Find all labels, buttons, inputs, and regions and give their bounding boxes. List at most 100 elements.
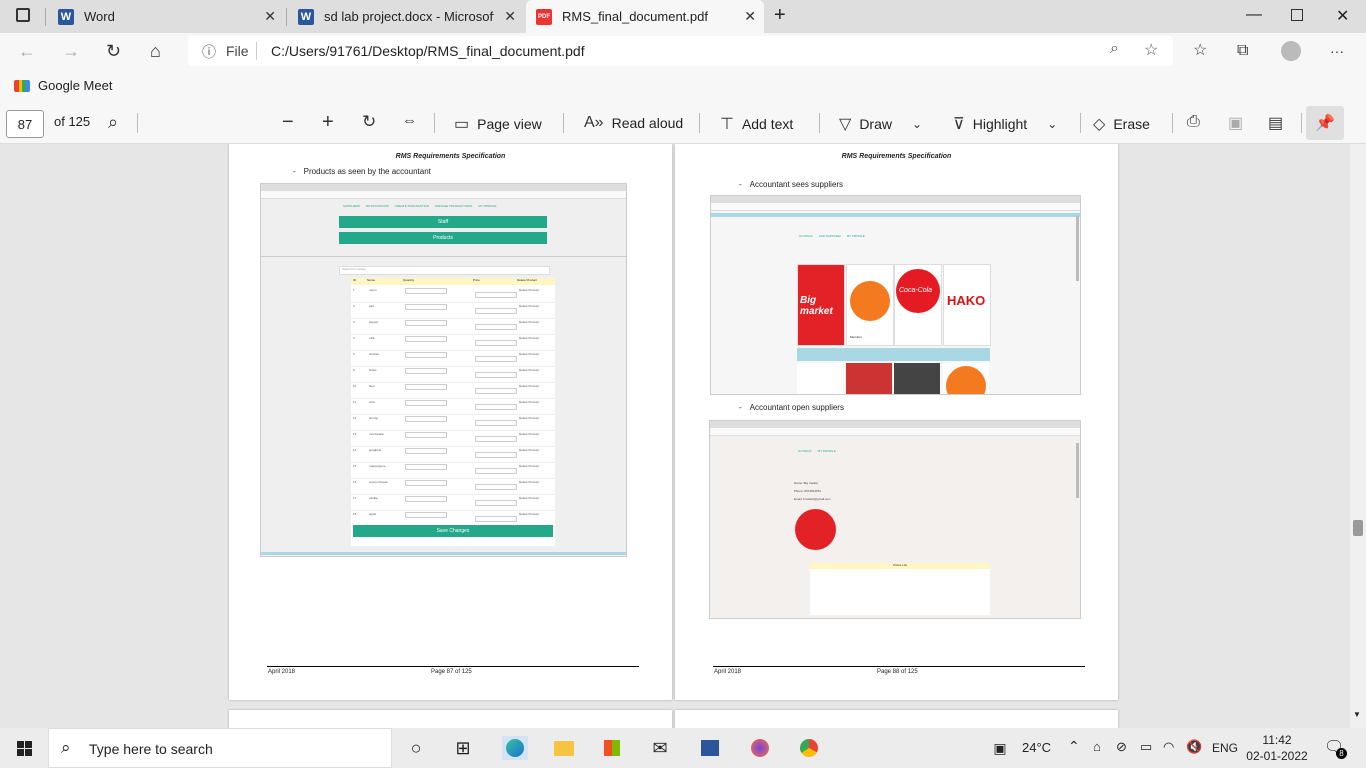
save-as-icon[interactable]: ▤ xyxy=(1268,113,1283,133)
supplier-logo-tile xyxy=(943,363,989,394)
supplier-name: Name: Big market xyxy=(794,481,819,485)
chevron-down-icon[interactable]: ⌄ xyxy=(1047,117,1057,131)
forward-icon[interactable]: → xyxy=(62,41,80,61)
add-text-button[interactable]: ⊤ Add text xyxy=(720,114,793,134)
google-meet-icon xyxy=(14,79,30,92)
zoom-in-icon[interactable]: + xyxy=(322,111,334,134)
highlight-button[interactable]: ⊽ Highlight ⌄ xyxy=(953,114,1057,134)
clock-time: 11:42 xyxy=(1262,733,1292,747)
scroll-down-icon[interactable]: ▼ xyxy=(1353,710,1361,719)
read-aloud-label: Read aloud xyxy=(611,115,684,131)
price-input xyxy=(475,356,517,362)
rotate-icon[interactable]: ↻ xyxy=(362,112,376,132)
add-text-icon: ⊤ xyxy=(720,116,734,133)
favorite-google-meet[interactable]: Google Meet xyxy=(14,78,112,93)
erase-label: Erase xyxy=(1113,116,1150,132)
taskbar-search[interactable]: ⌕ Type here to search xyxy=(48,728,392,768)
zoom-icon[interactable]: ⌕ xyxy=(1110,40,1119,58)
tab-word[interactable]: W Word ✕ xyxy=(52,0,284,33)
restore-icon[interactable] xyxy=(1291,9,1303,21)
delete-product-link: Delete Product xyxy=(519,512,539,516)
info-icon[interactable]: ⓘ xyxy=(202,42,216,62)
store-icon[interactable] xyxy=(600,736,624,760)
supplier-logo-cocacola: Coca-Cola xyxy=(894,264,942,346)
address-bar[interactable]: ⓘ File C:/Users/91761/Desktop/RMS_final_… xyxy=(188,36,1173,66)
zoom-out-icon[interactable]: − xyxy=(282,111,294,134)
chrome-icon[interactable] xyxy=(797,736,821,760)
profile-avatar[interactable] xyxy=(1281,41,1301,61)
refresh-icon[interactable]: ↻ xyxy=(106,41,121,61)
vertical-scrollbar[interactable]: ▼ xyxy=(1350,144,1366,728)
wifi-off-icon[interactable]: ⊘ xyxy=(1116,739,1127,755)
firefox-icon[interactable] xyxy=(748,736,772,760)
taskbar-search-placeholder: Type here to search xyxy=(89,741,213,757)
delete-product-link: Delete Product xyxy=(519,368,539,372)
fit-page-icon[interactable]: ⇔ xyxy=(402,112,417,129)
tab-title: Word xyxy=(84,9,115,24)
chevron-down-icon[interactable]: ⌄ xyxy=(912,117,922,131)
weather-temp[interactable]: 24°C xyxy=(1022,740,1051,755)
delete-product-link: Delete Product xyxy=(519,432,539,436)
print-icon[interactable]: ⎙ xyxy=(1187,113,1200,131)
tab-rms-pdf[interactable]: PDF RMS_final_document.pdf ✕ xyxy=(526,0,764,33)
volume-muted-icon[interactable]: 🔇 xyxy=(1186,739,1202,755)
quantity-input xyxy=(405,512,447,518)
url-text[interactable]: C:/Users/91761/Desktop/RMS_final_documen… xyxy=(271,43,585,59)
page-view-button[interactable]: ▭ Page view xyxy=(454,114,542,134)
battery-icon[interactable]: ▭ xyxy=(1140,739,1152,755)
more-icon[interactable]: ··· xyxy=(1330,41,1344,61)
file-explorer-icon[interactable] xyxy=(552,736,576,760)
task-view-icon[interactable]: ⊞ xyxy=(451,736,475,760)
wifi-icon[interactable]: ◠ xyxy=(1163,739,1174,755)
windows-start-icon[interactable] xyxy=(12,736,36,760)
table-row: 16 cream cheese Delete Product xyxy=(351,478,555,495)
quantity-input xyxy=(405,400,447,406)
close-icon[interactable]: ✕ xyxy=(264,8,276,25)
price-input xyxy=(475,340,517,346)
clock[interactable]: 11:42 02-01-2022 xyxy=(1244,732,1310,764)
back-icon[interactable]: ← xyxy=(18,41,36,61)
logo-text: HAKO xyxy=(947,293,986,308)
draw-button[interactable]: ▽ Draw ⌄ xyxy=(839,114,922,134)
word-taskbar-icon[interactable] xyxy=(698,736,722,760)
mail-icon[interactable]: ✉ xyxy=(648,736,672,760)
edge-icon[interactable] xyxy=(502,736,528,760)
save-icon[interactable]: ▣ xyxy=(1228,113,1243,133)
cortana-icon[interactable]: ○ xyxy=(404,736,428,760)
read-aloud-button[interactable]: A» Read aloud xyxy=(584,114,683,132)
table-row: 6 butter Delete Product xyxy=(351,366,555,383)
supplier-detail-screenshot: GO BACK MY PROFILE Name: Big market Phon… xyxy=(709,420,1081,619)
tab-sd-lab-project[interactable]: W sd lab project.docx - Microsoft W ✕ xyxy=(290,0,524,33)
page-number-input[interactable]: 87 xyxy=(6,110,44,138)
quantity-input xyxy=(405,304,447,310)
chevron-up-icon[interactable]: ⌃ xyxy=(1068,738,1080,755)
search-icon[interactable]: ⌕ xyxy=(108,112,118,133)
app-nav-item: MANAGE TRANSACTIONS xyxy=(435,204,473,208)
close-window-icon[interactable]: ✕ xyxy=(1336,6,1349,26)
bullet-text: Accountant sees suppliers xyxy=(749,180,844,189)
favorites-icon[interactable]: ☆ xyxy=(1193,41,1207,61)
minimize-icon[interactable]: — xyxy=(1246,6,1262,24)
network-icon[interactable]: ⌂ xyxy=(1093,739,1101,754)
weather-icon[interactable]: ▣ xyxy=(988,736,1012,760)
tab-actions-icon[interactable] xyxy=(16,8,30,22)
close-icon[interactable]: ✕ xyxy=(504,8,516,25)
scrollbar-thumb[interactable] xyxy=(1353,520,1363,536)
screenshot-url-bar xyxy=(710,428,1080,436)
table-header: ID Name Quantity Price Delete Product xyxy=(351,278,555,285)
add-favorite-icon[interactable]: ☆ xyxy=(1144,40,1158,60)
supplier-email: Email: bmarket@gmail.com xyxy=(794,497,831,501)
close-icon[interactable]: ✕ xyxy=(744,8,756,25)
table-cell: butter xyxy=(369,368,377,372)
supplier-logo-mercator: Mercator xyxy=(846,264,894,346)
new-tab-icon[interactable]: + xyxy=(774,4,786,27)
collections-icon[interactable]: ⧉ xyxy=(1237,41,1248,61)
erase-button[interactable]: ◇ Erase xyxy=(1093,114,1150,134)
pin-icon[interactable]: 📌 xyxy=(1306,106,1344,140)
language-indicator[interactable]: ENG xyxy=(1212,741,1238,755)
home-icon[interactable]: ⌂ xyxy=(150,41,161,61)
page-header: RMS Requirements Specification xyxy=(395,153,506,160)
suppliers-nav: GO BACK ADD SUPPLIER MY PROFILE xyxy=(799,234,865,238)
quantity-input xyxy=(405,336,447,342)
supplier-logo-tile xyxy=(894,363,940,394)
